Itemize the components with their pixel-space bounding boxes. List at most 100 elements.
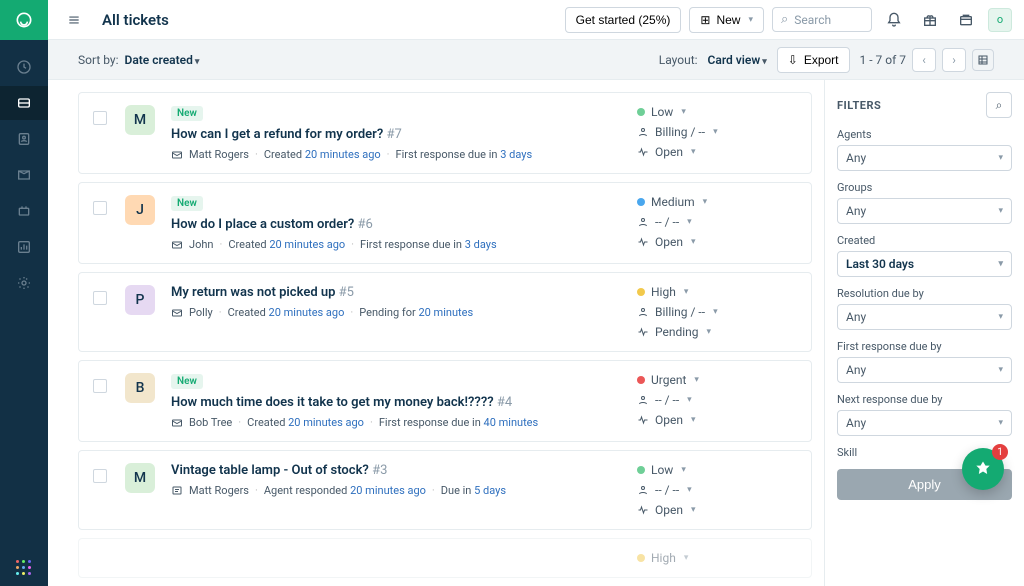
due-label: First response due in 40 minutes bbox=[379, 416, 538, 429]
ticket-priority[interactable]: Medium▾ bbox=[637, 195, 797, 209]
new-button[interactable]: ⊞New▾ bbox=[689, 7, 764, 33]
due-label: First response due in 3 days bbox=[396, 148, 533, 161]
ticket-subject[interactable]: How do I place a custom order? #6 bbox=[171, 217, 373, 232]
sort-label: Sort by: bbox=[78, 53, 119, 67]
ticket-reporter: John bbox=[189, 238, 213, 251]
ticket-assign[interactable]: -- / --▾ bbox=[637, 215, 797, 229]
nav-solutions[interactable] bbox=[0, 158, 48, 192]
pulse-icon bbox=[637, 414, 649, 426]
pulse-icon bbox=[637, 146, 649, 158]
ticket-id: #6 bbox=[358, 217, 373, 232]
source-icon bbox=[171, 149, 183, 161]
source-icon bbox=[171, 417, 183, 429]
ticket-card[interactable]: B New How much time does it take to get … bbox=[78, 360, 812, 442]
created-label: Created 20 minutes ago bbox=[228, 306, 345, 319]
ticket-assign[interactable]: Billing / --▾ bbox=[637, 305, 797, 319]
nav-contacts[interactable] bbox=[0, 122, 48, 156]
source-icon bbox=[171, 307, 183, 319]
source-icon bbox=[171, 485, 183, 497]
filter-created-label: Created bbox=[837, 234, 1012, 247]
ticket-assign[interactable]: Billing / --▾ bbox=[637, 125, 797, 139]
left-nav bbox=[0, 0, 48, 586]
get-started-button[interactable]: Get started (25%) bbox=[565, 7, 682, 33]
status-badge: New bbox=[171, 106, 203, 121]
export-button[interactable]: ⇩Export bbox=[777, 47, 850, 73]
ticket-card[interactable]: P My return was not picked up #5 Polly ·… bbox=[78, 272, 812, 352]
table-view-icon[interactable] bbox=[972, 49, 994, 71]
ticket-subject[interactable]: How can I get a refund for my order? #7 bbox=[171, 127, 402, 142]
ticket-card[interactable]: M Vintage table lamp - Out of stock? #3 … bbox=[78, 450, 812, 530]
ticket-subject[interactable]: Vintage table lamp - Out of stock? #3 bbox=[171, 463, 387, 478]
nav-automation[interactable] bbox=[0, 194, 48, 228]
contact-avatar: B bbox=[125, 373, 155, 403]
ticket-list: M New How can I get a refund for my orde… bbox=[48, 80, 824, 586]
filter-groups-select[interactable]: Any▾ bbox=[837, 198, 1012, 224]
nav-dashboard[interactable] bbox=[0, 50, 48, 84]
ticket-id: #4 bbox=[497, 395, 512, 410]
pulse-icon bbox=[637, 504, 649, 516]
filter-resolution-select[interactable]: Any▾ bbox=[837, 304, 1012, 330]
ticket-priority[interactable]: Low▾ bbox=[637, 105, 797, 119]
ticket-id: #5 bbox=[339, 285, 354, 300]
ticket-priority[interactable]: Low▾ bbox=[637, 463, 797, 477]
due-label: Due in 5 days bbox=[441, 484, 506, 497]
ticket-card[interactable]: High▾ bbox=[78, 538, 812, 578]
ticket-checkbox[interactable] bbox=[93, 379, 107, 393]
contact-avatar: P bbox=[125, 285, 155, 315]
user-icon bbox=[637, 216, 649, 228]
filters-title: FILTERS bbox=[837, 99, 881, 112]
export-icon: ⇩ bbox=[788, 53, 798, 67]
ticket-checkbox[interactable] bbox=[93, 201, 107, 215]
sort-dropdown[interactable]: Date created▾ bbox=[125, 53, 200, 67]
nav-apps[interactable] bbox=[0, 550, 48, 586]
gift-icon[interactable] bbox=[916, 6, 944, 34]
created-label: Created 20 minutes ago bbox=[228, 238, 345, 251]
user-avatar[interactable]: o bbox=[988, 8, 1012, 32]
nav-reports[interactable] bbox=[0, 230, 48, 264]
marketplace-icon[interactable] bbox=[952, 6, 980, 34]
user-icon bbox=[637, 394, 649, 406]
ticket-id: #7 bbox=[386, 127, 401, 142]
plus-icon: ⊞ bbox=[700, 13, 710, 27]
filter-search-icon[interactable]: ⌕ bbox=[986, 92, 1012, 118]
ticket-status[interactable]: Open▾ bbox=[637, 145, 797, 159]
ticket-card[interactable]: M New How can I get a refund for my orde… bbox=[78, 92, 812, 174]
ticket-assign[interactable]: -- / --▾ bbox=[637, 393, 797, 407]
nav-tickets[interactable] bbox=[0, 86, 48, 120]
ticket-checkbox[interactable] bbox=[93, 469, 107, 483]
filter-resolution-label: Resolution due by bbox=[837, 287, 1012, 300]
filter-next-response-select[interactable]: Any▾ bbox=[837, 410, 1012, 436]
filter-created-select[interactable]: Last 30 days▾ bbox=[837, 251, 1012, 277]
bell-icon[interactable] bbox=[880, 6, 908, 34]
ticket-reporter: Polly bbox=[189, 306, 213, 319]
menu-icon[interactable] bbox=[60, 6, 88, 34]
fab-badge: 1 bbox=[992, 444, 1008, 460]
contact-avatar: M bbox=[125, 463, 155, 493]
filter-agents-select[interactable]: Any▾ bbox=[837, 145, 1012, 171]
next-page-button[interactable]: › bbox=[942, 48, 966, 72]
ticket-checkbox[interactable] bbox=[93, 111, 107, 125]
search-input[interactable]: ⌕Search bbox=[772, 7, 872, 32]
pulse-icon bbox=[637, 236, 649, 248]
layout-dropdown[interactable]: Card view▾ bbox=[708, 53, 767, 67]
ticket-checkbox[interactable] bbox=[93, 291, 107, 305]
ticket-status[interactable]: Open▾ bbox=[637, 235, 797, 249]
nav-logo[interactable] bbox=[0, 0, 48, 40]
contact-avatar: J bbox=[125, 195, 155, 225]
ticket-assign[interactable]: -- / --▾ bbox=[637, 483, 797, 497]
ticket-card[interactable]: J New How do I place a custom order? #6 … bbox=[78, 182, 812, 264]
chevron-down-icon: ▾ bbox=[195, 57, 200, 67]
status-badge: New bbox=[171, 374, 203, 389]
ticket-priority[interactable]: High▾ bbox=[637, 285, 797, 299]
ticket-priority[interactable]: Urgent▾ bbox=[637, 373, 797, 387]
ticket-status[interactable]: Open▾ bbox=[637, 413, 797, 427]
prev-page-button[interactable]: ‹ bbox=[912, 48, 936, 72]
filter-first-response-select[interactable]: Any▾ bbox=[837, 357, 1012, 383]
ticket-subject[interactable]: How much time does it take to get my mon… bbox=[171, 395, 512, 410]
nav-settings[interactable] bbox=[0, 266, 48, 300]
source-icon bbox=[171, 239, 183, 251]
freshworks-fab[interactable]: 1 bbox=[962, 448, 1004, 490]
ticket-status[interactable]: Open▾ bbox=[637, 503, 797, 517]
ticket-subject[interactable]: My return was not picked up #5 bbox=[171, 285, 354, 300]
ticket-status[interactable]: Pending▾ bbox=[637, 325, 797, 339]
